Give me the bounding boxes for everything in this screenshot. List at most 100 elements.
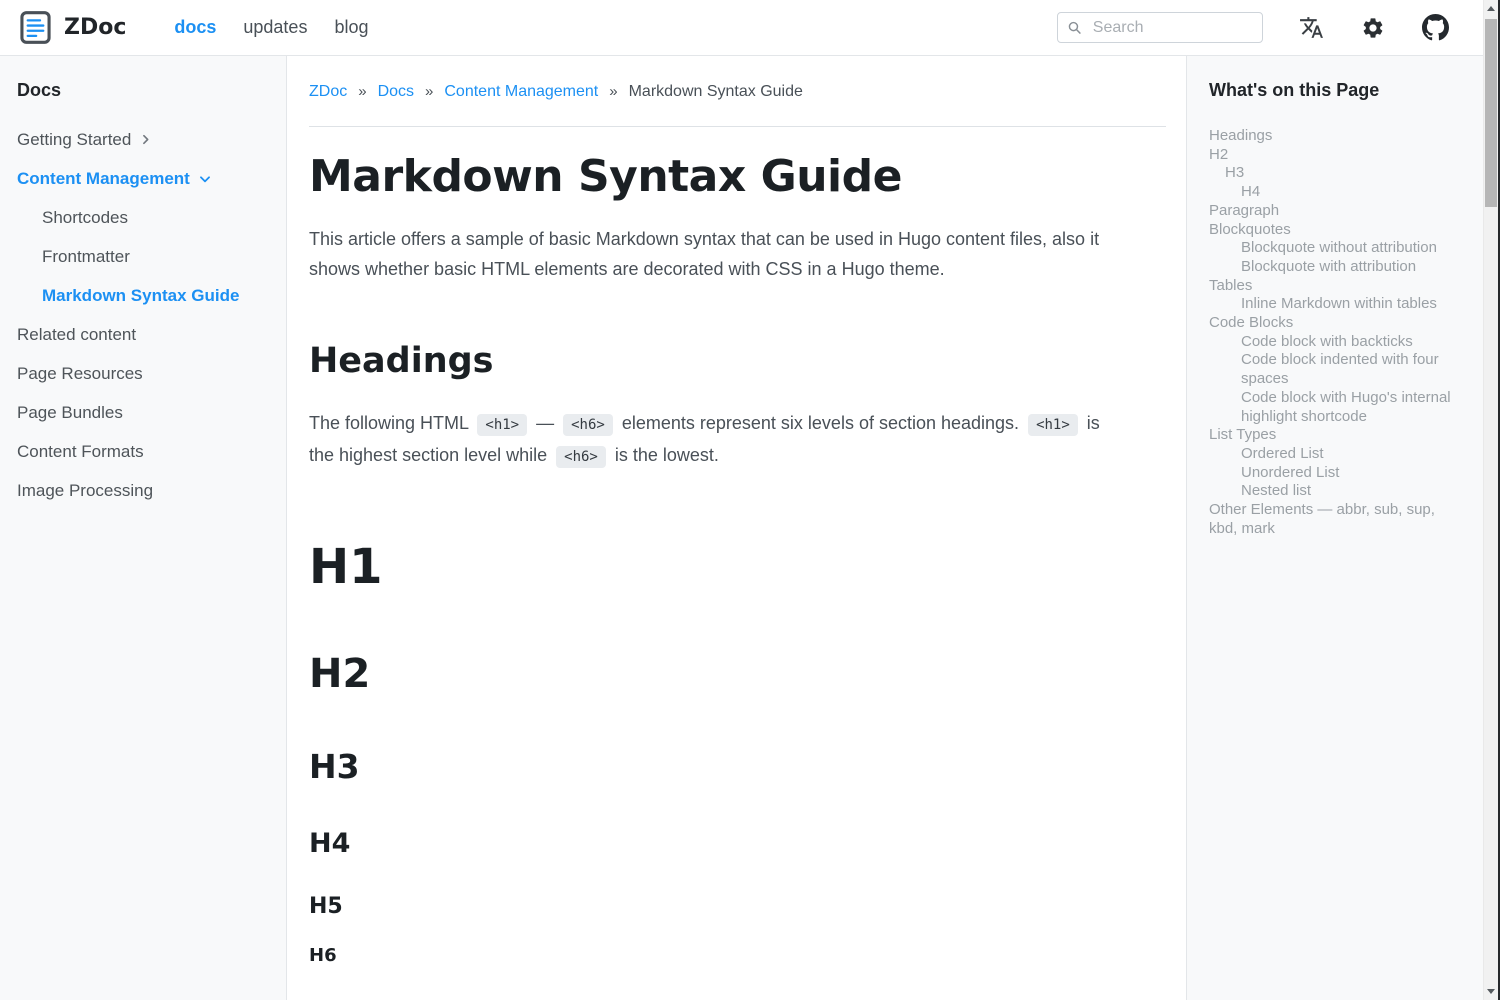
- scroll-down-icon: [1487, 989, 1495, 994]
- sidebar: Docs Getting Started Content Management Sh…: [0, 56, 287, 1000]
- sidebar-item-label: Related content: [17, 325, 136, 344]
- sidebar-item-label: Image Processing: [17, 481, 153, 500]
- sidebar-item-page-resources[interactable]: Page Resources: [17, 364, 276, 383]
- sidebar-item-content-management[interactable]: Content Management: [17, 169, 276, 188]
- toc-item-other-elements-abbr-sub-sup-kbd-mark[interactable]: Other Elements — abbr, sub, sup, kbd, ma…: [1209, 501, 1455, 538]
- top-navbar: ZDoc docs updates blog: [0, 0, 1483, 56]
- page-title: Markdown Syntax Guide: [309, 151, 1166, 204]
- toc-item-nested-list[interactable]: Nested list: [1209, 482, 1455, 501]
- sample-heading-h3: H3: [309, 748, 1166, 786]
- breadcrumb-link-zdoc[interactable]: ZDoc: [309, 83, 347, 101]
- scrollbar[interactable]: [1483, 0, 1498, 1000]
- breadcrumb-current: Markdown Syntax Guide: [629, 83, 803, 101]
- paragraph-text: —: [531, 413, 559, 433]
- breadcrumb: ZDoc » Docs » Content Management » Markdown Sy…: [309, 83, 1166, 101]
- brand-group[interactable]: ZDoc: [20, 10, 126, 45]
- sidebar-item-page-bundles[interactable]: Page Bundles: [17, 403, 276, 422]
- toc-item-blockquote-without-attribution[interactable]: Blockquote without attribution: [1209, 239, 1455, 258]
- inline-code: <h1>: [477, 414, 527, 436]
- heading-samples: H1 H2 H3 H4 H5 H6: [309, 540, 1166, 967]
- sidebar-item-label: Page Bundles: [17, 403, 123, 422]
- toc-item-blockquote-with-attribution[interactable]: Blockquote with attribution: [1209, 258, 1455, 277]
- toc-item-h4[interactable]: H4: [1209, 183, 1455, 202]
- toc-item-paragraph[interactable]: Paragraph: [1209, 202, 1455, 221]
- search-box[interactable]: [1057, 12, 1263, 43]
- main-row: Docs Getting Started Content Management Sh…: [0, 56, 1483, 1000]
- github-button[interactable]: [1422, 14, 1449, 41]
- toc-item-inline-markdown-within-tables[interactable]: Inline Markdown within tables: [1209, 295, 1455, 314]
- toc-item-code-block-with-backticks[interactable]: Code block with backticks: [1209, 333, 1455, 352]
- toc-panel: What's on this Page HeadingsH2H3H4Paragr…: [1186, 56, 1483, 1000]
- nav-links: docs updates blog: [174, 17, 368, 38]
- section-heading-headings: Headings: [309, 340, 1166, 382]
- breadcrumb-separator: »: [425, 83, 433, 101]
- toc-item-blockquotes[interactable]: Blockquotes: [1209, 221, 1455, 240]
- scrollbar-up-button[interactable]: [1484, 0, 1498, 17]
- github-icon: [1422, 14, 1449, 41]
- language-button[interactable]: [1299, 15, 1324, 40]
- toc-item-headings[interactable]: Headings: [1209, 127, 1455, 146]
- breadcrumb-separator: »: [358, 83, 366, 101]
- chevron-down-icon: [198, 172, 212, 186]
- toc-item-code-block-with-hugo-s-internal-highlight-shortcode[interactable]: Code block with Hugo's internal highligh…: [1209, 389, 1455, 426]
- zdoc-logo-icon: [20, 10, 51, 45]
- headings-paragraph: The following HTML <h1> — <h6> elements …: [309, 408, 1109, 472]
- toc-title: What's on this Page: [1209, 80, 1463, 100]
- sidebar-item-image-processing[interactable]: Image Processing: [17, 481, 276, 500]
- toc-item-code-blocks[interactable]: Code Blocks: [1209, 314, 1455, 333]
- sidebar-title: Docs: [17, 80, 276, 100]
- chevron-right-icon: [139, 133, 152, 146]
- sidebar-item-content-formats[interactable]: Content Formats: [17, 442, 276, 461]
- sample-heading-h5: H5: [309, 894, 1166, 919]
- toc-item-code-block-indented-with-four-spaces[interactable]: Code block indented with four spaces: [1209, 351, 1455, 388]
- toc-item-h2[interactable]: H2: [1209, 146, 1455, 165]
- nav-link-blog[interactable]: blog: [334, 17, 368, 38]
- inline-code: <h1>: [1028, 414, 1078, 436]
- sidebar-item-label: Shortcodes: [42, 208, 128, 227]
- scrollbar-down-button[interactable]: [1484, 983, 1498, 1000]
- nav-link-docs[interactable]: docs: [174, 17, 216, 38]
- sample-heading-h4: H4: [309, 828, 1166, 859]
- sidebar-item-related-content[interactable]: Related content: [17, 325, 276, 344]
- toc-item-list-types[interactable]: List Types: [1209, 426, 1455, 445]
- sidebar-item-markdown-syntax-guide[interactable]: Markdown Syntax Guide: [17, 286, 276, 305]
- breadcrumb-link-content-management[interactable]: Content Management: [444, 83, 598, 101]
- breadcrumb-divider: [309, 126, 1166, 127]
- scrollbar-thumb[interactable]: [1485, 19, 1497, 207]
- sidebar-item-shortcodes[interactable]: Shortcodes: [17, 208, 276, 227]
- gear-icon: [1361, 16, 1385, 40]
- inline-code: <h6>: [563, 414, 613, 436]
- toc-item-unordered-list[interactable]: Unordered List: [1209, 464, 1455, 483]
- paragraph-text: elements represent six levels of section…: [617, 413, 1024, 433]
- toc-item-ordered-list[interactable]: Ordered List: [1209, 445, 1455, 464]
- brand-title: ZDoc: [64, 15, 126, 40]
- search-input[interactable]: [1091, 18, 1253, 38]
- settings-button[interactable]: [1361, 16, 1385, 40]
- article-content: ZDoc » Docs » Content Management » Markdown Sy…: [287, 56, 1186, 1000]
- breadcrumb-link-docs[interactable]: Docs: [378, 83, 414, 101]
- navbar-icons: [1299, 14, 1449, 41]
- nav-link-updates[interactable]: updates: [243, 17, 307, 38]
- paragraph-text: is the lowest.: [610, 445, 719, 465]
- translate-icon: [1299, 15, 1324, 40]
- sidebar-nav: Getting Started Content Management Shortco…: [17, 130, 276, 500]
- sidebar-item-label: Page Resources: [17, 364, 143, 383]
- sample-heading-h1: H1: [309, 540, 1166, 595]
- sidebar-item-getting-started[interactable]: Getting Started: [17, 130, 276, 149]
- sidebar-item-frontmatter[interactable]: Frontmatter: [17, 247, 276, 266]
- article-intro: This article offers a sample of basic Ma…: [309, 224, 1109, 284]
- toc-item-tables[interactable]: Tables: [1209, 277, 1455, 296]
- sidebar-item-label: Frontmatter: [42, 247, 130, 266]
- sidebar-item-label: Content Formats: [17, 442, 144, 461]
- scroll-up-icon: [1487, 6, 1495, 11]
- toc-item-h3[interactable]: H3: [1209, 164, 1455, 183]
- breadcrumb-separator: »: [609, 83, 617, 101]
- sample-heading-h2: H2: [309, 651, 1166, 697]
- sample-heading-h6: H6: [309, 946, 1166, 967]
- sidebar-item-label: Getting Started: [17, 130, 131, 149]
- sidebar-item-label: Markdown Syntax Guide: [42, 286, 239, 305]
- sidebar-item-label: Content Management: [17, 169, 190, 188]
- paragraph-text: The following HTML: [309, 413, 473, 433]
- toc-list: HeadingsH2H3H4ParagraphBlockquotesBlockq…: [1209, 127, 1455, 538]
- inline-code: <h6>: [556, 446, 606, 468]
